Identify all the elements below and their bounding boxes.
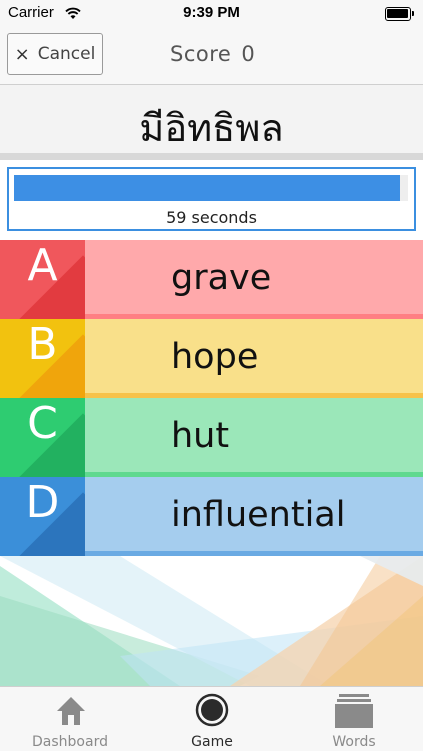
home-icon — [57, 697, 85, 725]
question-panel: มีอิทธิพล — [0, 85, 423, 153]
answer-letter: B — [27, 319, 58, 370]
answer-text: grave — [171, 258, 272, 298]
background-decoration — [0, 556, 423, 686]
cancel-label: Cancel — [37, 44, 96, 64]
stack-icon — [335, 694, 373, 728]
cancel-button[interactable]: × Cancel — [7, 33, 103, 75]
nav-bar: × Cancel Score 0 — [0, 28, 423, 85]
status-bar: Carrier 9:39 PM — [0, 0, 423, 28]
answer-option-a[interactable]: A grave — [0, 240, 423, 319]
timer-track — [14, 175, 408, 201]
timer-progress-bar — [14, 175, 401, 201]
answer-letter-box: A — [0, 240, 85, 319]
answer-letter-box: D — [0, 477, 85, 556]
answer-option-b[interactable]: B hope — [0, 319, 423, 398]
answer-list: A grave B hope C hut D influential — [0, 240, 423, 556]
answer-text: influential — [171, 495, 346, 535]
answer-letter: A — [27, 240, 58, 291]
answer-option-c[interactable]: C hut — [0, 398, 423, 477]
tab-bar: Dashboard Game Words — [0, 686, 423, 751]
circle-icon — [195, 693, 229, 727]
answer-letter: D — [25, 477, 60, 528]
answer-text: hut — [171, 416, 230, 456]
tab-dashboard[interactable]: Dashboard — [20, 687, 120, 751]
answer-letter-box: B — [0, 319, 85, 398]
battery-icon — [385, 7, 415, 21]
timer-label: 59 seconds — [166, 208, 257, 227]
answer-letter-box: C — [0, 398, 85, 477]
answer-letter: C — [27, 398, 58, 449]
score-display: Score 0 — [170, 42, 255, 66]
tab-words[interactable]: Words — [304, 687, 404, 751]
score-value: 0 — [241, 42, 256, 66]
close-icon: × — [14, 43, 30, 65]
tab-label: Words — [332, 734, 376, 750]
tab-label: Game — [191, 734, 233, 750]
clock: 9:39 PM — [183, 4, 240, 21]
divider — [0, 153, 423, 160]
tab-label: Dashboard — [32, 734, 108, 750]
tab-game[interactable]: Game — [162, 687, 262, 751]
timer-panel: 59 seconds — [7, 167, 416, 231]
answer-text: hope — [171, 337, 259, 377]
score-label: Score — [170, 42, 232, 66]
answer-option-d[interactable]: D influential — [0, 477, 423, 556]
question-word: มีอิทธิพล — [139, 106, 284, 150]
